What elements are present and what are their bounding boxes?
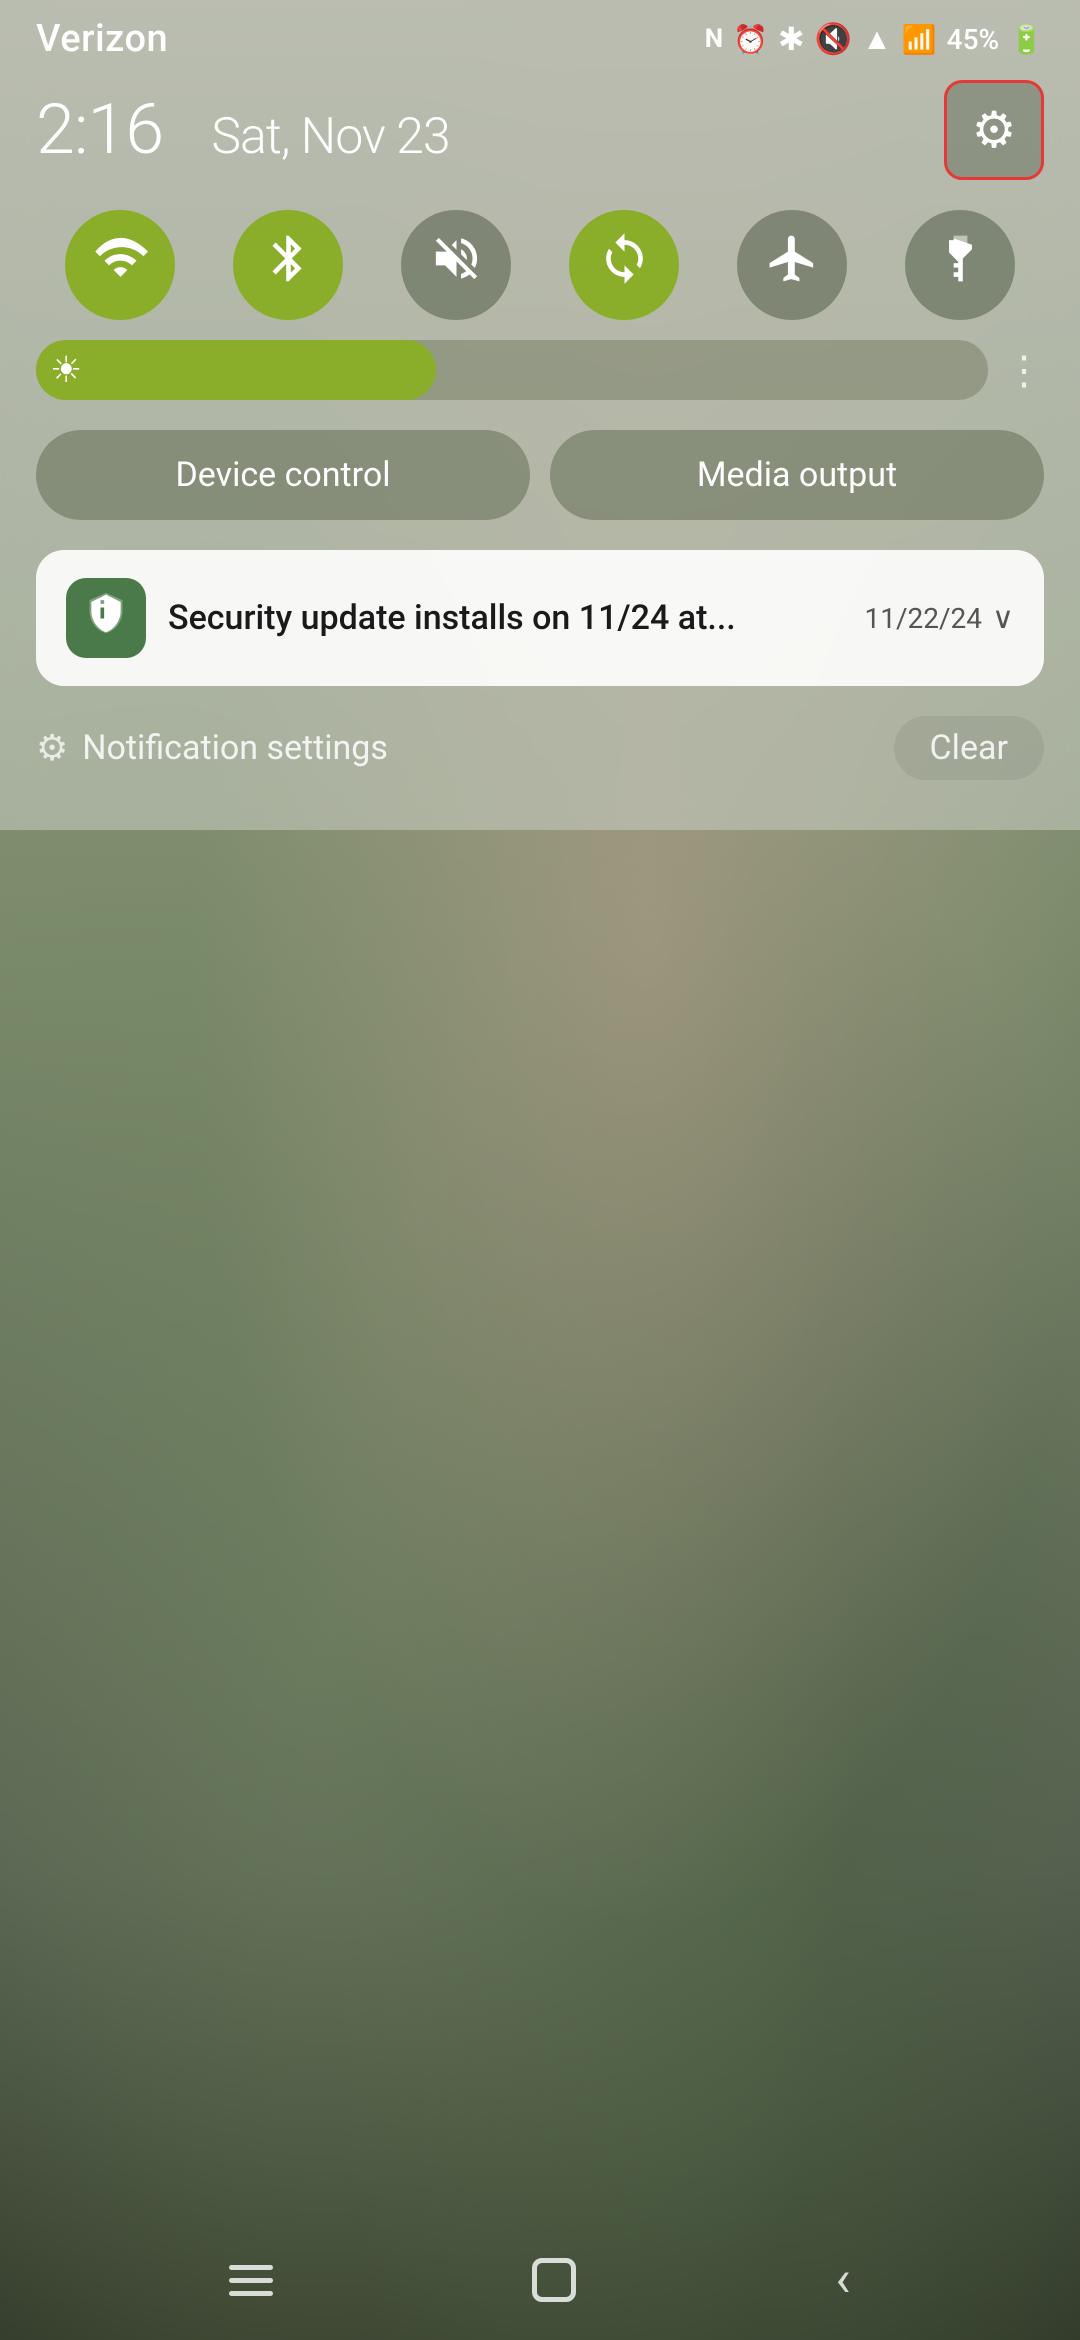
notification-meta: 11/22/24 ∨ [865, 601, 1015, 636]
notification-card[interactable]: Security update installs on 11/24 at... … [36, 550, 1044, 686]
back-button[interactable]: ‹ [835, 2251, 850, 2309]
nav-line-3 [229, 2291, 273, 2296]
brightness-row: ☀ ⋮ [0, 340, 1080, 420]
device-control-label: Device control [175, 455, 390, 495]
control-buttons-row: Device control Media output [0, 420, 1080, 540]
time-display: 2:16 Sat, Nov 23 [36, 89, 450, 171]
airplane-toggle[interactable] [737, 210, 847, 320]
time-text: 2:16 [36, 89, 163, 171]
bluetooth-toggle[interactable] [233, 210, 343, 320]
flashlight-toggle-icon [933, 231, 988, 299]
brightness-fill: ☀ [36, 340, 436, 400]
media-output-label: Media output [697, 455, 897, 495]
battery-label: 45% [947, 23, 999, 56]
datetime-display: 2:16 Sat, Nov 23 [36, 89, 450, 171]
nav-line-1 [229, 2265, 273, 2270]
quick-toggles-row [0, 200, 1080, 340]
status-icons: N ⏰ ✱ 🔇 ▲ 📶 45% 🔋 [705, 20, 1044, 58]
notification-title: Security update installs on 11/24 at... [168, 598, 736, 638]
wifi-status-icon: ▲ [862, 22, 892, 57]
nfc-icon: N [705, 24, 723, 54]
status-bar: Verizon N ⏰ ✱ 🔇 ▲ 📶 45% 🔋 [0, 0, 1080, 70]
carrier-label: Verizon [36, 17, 168, 61]
notification-expand-icon[interactable]: ∨ [992, 601, 1014, 636]
brightness-sun-icon: ☀ [50, 349, 82, 391]
clear-label: Clear [930, 728, 1008, 768]
airplane-toggle-icon [765, 231, 820, 299]
mute-toggle-icon [429, 231, 484, 299]
mute-status-icon: 🔇 [815, 22, 852, 57]
notification-settings-row: ⚙ Notification settings Clear [0, 706, 1080, 800]
media-output-button[interactable]: Media output [550, 430, 1044, 520]
sound-toggle[interactable] [401, 210, 511, 320]
home-button[interactable] [532, 2258, 576, 2302]
notification-text: Security update installs on 11/24 at... [168, 598, 843, 638]
notification-shade: Verizon N ⏰ ✱ 🔇 ▲ 📶 45% 🔋 2:16 Sat, Nov … [0, 0, 1080, 830]
flashlight-toggle[interactable] [905, 210, 1015, 320]
gear-icon: ⚙ [972, 101, 1017, 160]
sync-toggle[interactable] [569, 210, 679, 320]
sync-toggle-icon [597, 231, 652, 299]
date-text: Sat, Nov 23 [211, 108, 449, 166]
notification-settings-left: ⚙ Notification settings [36, 727, 388, 769]
device-control-button[interactable]: Device control [36, 430, 530, 520]
notification-settings-gear-icon: ⚙ [36, 727, 68, 769]
settings-button[interactable]: ⚙ [944, 80, 1044, 180]
clear-button[interactable]: Clear [894, 716, 1044, 780]
wifi-toggle-icon [93, 231, 148, 299]
bluetooth-status-icon: ✱ [778, 20, 805, 58]
alarm-icon: ⏰ [733, 23, 768, 56]
navigation-bar: ‹ [0, 2220, 1080, 2340]
recents-button[interactable] [229, 2265, 273, 2296]
datetime-row: 2:16 Sat, Nov 23 ⚙ [0, 70, 1080, 200]
battery-icon: 🔋 [1009, 23, 1044, 56]
brightness-more-icon[interactable]: ⋮ [1004, 347, 1044, 394]
security-update-icon [84, 591, 128, 646]
notification-date: 11/22/24 [865, 602, 983, 635]
notification-settings-label[interactable]: Notification settings [82, 728, 388, 768]
signal-icon: 📶 [902, 23, 937, 56]
brightness-slider[interactable]: ☀ [36, 340, 988, 400]
notification-app-icon [66, 578, 146, 658]
wifi-toggle[interactable] [65, 210, 175, 320]
bluetooth-toggle-icon [261, 231, 316, 299]
nav-line-2 [229, 2278, 273, 2283]
